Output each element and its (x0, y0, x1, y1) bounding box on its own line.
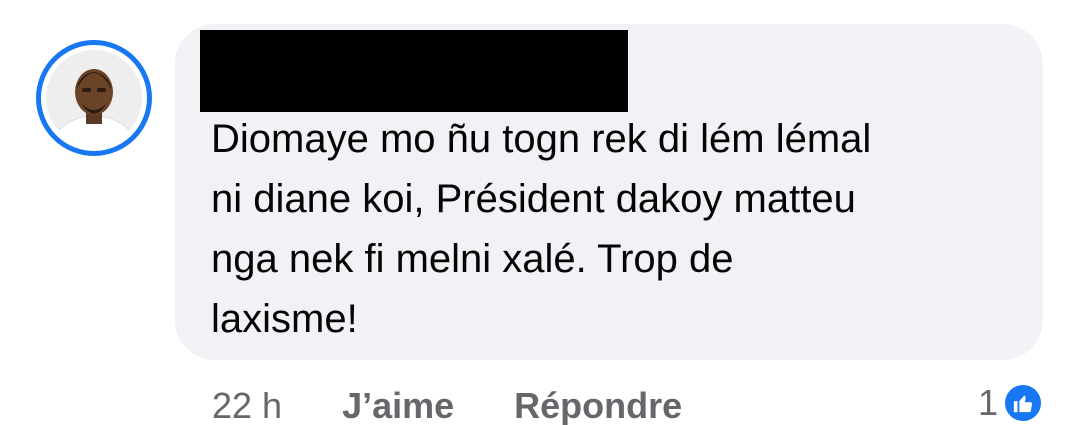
reply-button[interactable]: Répondre (514, 385, 682, 425)
comment-container: Diomaye mo ñu togn rek di lém lémal ni d… (0, 0, 1080, 425)
comment-text: Diomaye mo ñu togn rek di lém lémal ni d… (211, 117, 872, 341)
author-name-redaction (200, 30, 628, 112)
reaction-summary[interactable]: 1 (978, 382, 1044, 424)
comment-actions: 22 h J’aime Répondre (212, 385, 682, 425)
comment-timestamp[interactable]: 22 h (212, 385, 282, 425)
avatar[interactable] (36, 40, 152, 156)
reaction-count: 1 (977, 382, 998, 423)
profile-photo (46, 50, 142, 146)
like-button[interactable]: J’aime (342, 385, 454, 425)
thumbs-up-icon (1002, 382, 1044, 424)
comment-bubble: Diomaye mo ñu togn rek di lém lémal ni d… (175, 24, 1043, 360)
